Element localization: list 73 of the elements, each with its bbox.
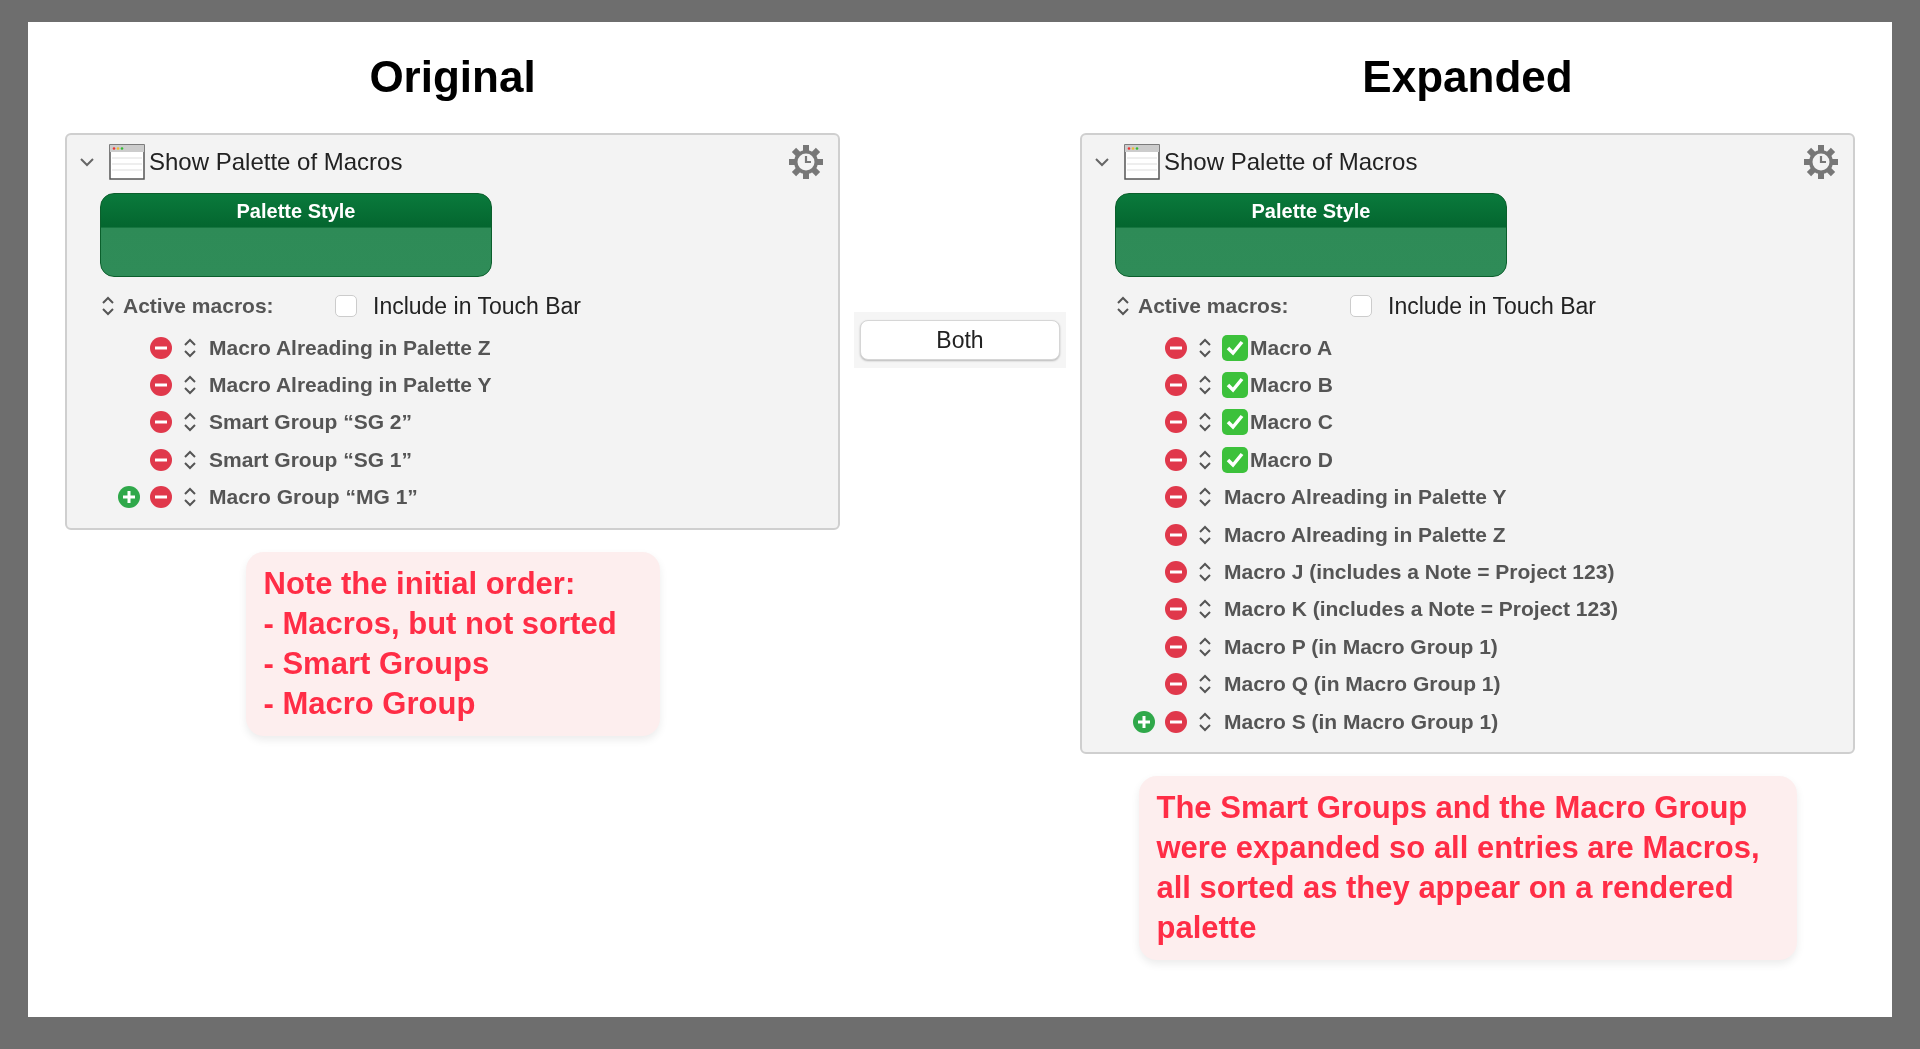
window-icon <box>1124 144 1160 180</box>
annotation-note: The Smart Groups and the Macro Group were expanded so all entries are Macros, all sorted as they appear on a rendered palette <box>1138 776 1797 961</box>
window-icon <box>109 144 145 180</box>
sort-arrows-icon[interactable] <box>183 486 197 509</box>
palette-style-button[interactable]: Palette Style <box>100 193 492 277</box>
remove-icon[interactable] <box>1164 447 1188 472</box>
sort-arrows-icon[interactable] <box>1198 336 1212 359</box>
add-icon[interactable] <box>1132 709 1156 734</box>
sort-arrows-icon[interactable] <box>1198 710 1212 733</box>
macro-entry[interactable]: Macro P (in Macro Group 1) <box>1224 634 1498 659</box>
column-heading: Expanded <box>1362 52 1573 103</box>
disclosure-chevron-icon[interactable] <box>79 157 95 167</box>
both-button[interactable]: Both <box>860 320 1060 360</box>
macro-entry[interactable]: Macro Alreading in Palette Y <box>1224 485 1507 510</box>
palette-style-button[interactable]: Palette Style <box>1115 193 1507 277</box>
sort-arrows-icon[interactable] <box>1198 448 1212 471</box>
macro-entry[interactable]: Macro B <box>1250 373 1333 398</box>
macro-entry[interactable]: Macro Alreading in Palette Y <box>209 373 492 398</box>
macro-entry[interactable]: Macro Alreading in Palette Z <box>209 335 491 360</box>
remove-icon[interactable] <box>1164 410 1188 435</box>
macro-entry[interactable]: Macro S (in Macro Group 1) <box>1224 709 1499 734</box>
sort-arrows-icon[interactable] <box>183 374 197 397</box>
sort-arrows-icon[interactable] <box>1198 561 1212 584</box>
remove-icon[interactable] <box>1164 335 1188 360</box>
sort-arrows-icon[interactable] <box>1198 486 1212 509</box>
action-title: Show Palette of Macros <box>1164 148 1419 176</box>
macro-entry[interactable]: Macro A <box>1250 335 1333 360</box>
macro-entry[interactable]: Macro J (includes a Note = Project 123) <box>1224 560 1615 585</box>
remove-icon[interactable] <box>149 410 173 435</box>
checkbox[interactable] <box>1350 295 1372 317</box>
sort-arrows-icon[interactable] <box>1198 374 1212 397</box>
annotation-note: Note the initial order: - Macros, but not sorted - Smart Groups - Macro Group <box>245 551 660 736</box>
macro-entry[interactable]: Macro Group “MG 1” <box>209 485 418 510</box>
macro-entry[interactable]: Macro Q (in Macro Group 1) <box>1224 672 1501 697</box>
sort-arrows-icon[interactable] <box>183 411 197 434</box>
sort-arrows-icon[interactable] <box>1116 295 1130 317</box>
sort-arrows-icon[interactable] <box>183 448 197 471</box>
checkbox-label: Include in Touch Bar <box>1388 292 1596 320</box>
gear-icon[interactable] <box>1803 144 1839 180</box>
remove-icon[interactable] <box>1164 672 1188 697</box>
checkbox-label: Include in Touch Bar <box>373 292 581 320</box>
active-macros-label: Active macros: <box>123 294 275 318</box>
remove-icon[interactable] <box>1164 373 1188 398</box>
column-heading: Original <box>369 52 536 103</box>
sort-arrows-icon[interactable] <box>101 295 115 317</box>
macro-entry[interactable]: Macro K (includes a Note = Project 123) <box>1224 597 1618 622</box>
sort-arrows-icon[interactable] <box>1198 673 1212 696</box>
remove-icon[interactable] <box>1164 709 1188 734</box>
remove-icon[interactable] <box>149 447 173 472</box>
add-icon[interactable] <box>117 485 141 510</box>
sort-arrows-icon[interactable] <box>1198 635 1212 658</box>
macro-entry[interactable]: Smart Group “SG 2” <box>209 410 413 435</box>
sort-arrows-icon[interactable] <box>1198 523 1212 546</box>
macro-entry[interactable]: Macro Alreading in Palette Z <box>1224 522 1506 547</box>
macro-entry[interactable]: Macro C <box>1250 410 1333 435</box>
disclosure-chevron-icon[interactable] <box>1094 157 1110 167</box>
sort-arrows-icon[interactable] <box>183 336 197 359</box>
remove-icon[interactable] <box>149 335 173 360</box>
remove-icon[interactable] <box>1164 560 1188 585</box>
remove-icon[interactable] <box>149 373 173 398</box>
remove-icon[interactable] <box>149 485 173 510</box>
sort-arrows-icon[interactable] <box>1198 598 1212 621</box>
remove-icon[interactable] <box>1164 597 1188 622</box>
sort-arrows-icon[interactable] <box>1198 411 1212 434</box>
gear-icon[interactable] <box>788 144 824 180</box>
remove-icon[interactable] <box>1164 485 1188 510</box>
active-macros-label: Active macros: <box>1138 294 1290 318</box>
checkbox[interactable] <box>335 295 357 317</box>
remove-icon[interactable] <box>1164 522 1188 547</box>
action-title: Show Palette of Macros <box>149 148 404 176</box>
macro-entry[interactable]: Macro D <box>1250 447 1333 472</box>
remove-icon[interactable] <box>1164 634 1188 659</box>
macro-entry[interactable]: Smart Group “SG 1” <box>209 447 413 472</box>
